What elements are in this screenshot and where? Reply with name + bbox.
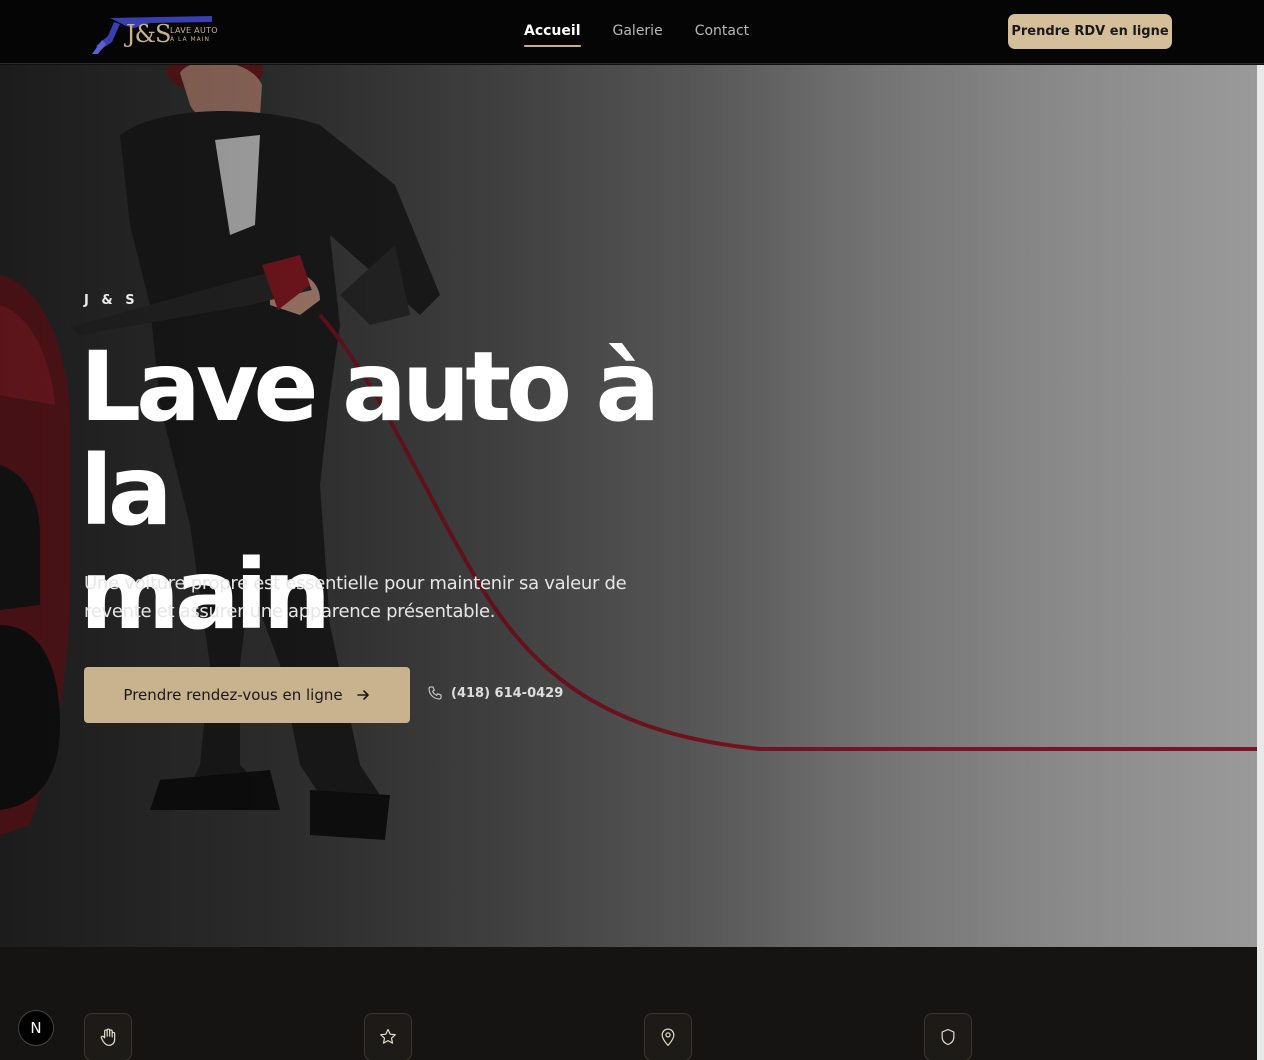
primary-nav: Accueil Galerie Contact	[524, 0, 749, 64]
logo-tagline-line2: À LA MAIN	[170, 36, 211, 43]
nav-link-accueil[interactable]: Accueil	[524, 23, 581, 47]
hand-icon	[84, 1013, 132, 1060]
hero-headline-line1: Lave auto à la	[80, 331, 660, 547]
nav-link-contact[interactable]: Contact	[695, 23, 749, 39]
hero-description-line1: Une voiture propre est essentielle pour …	[84, 573, 627, 594]
phone-icon	[428, 686, 442, 700]
brand-logo[interactable]: J&S LAVE AUTO À LA MAIN	[90, 10, 220, 56]
logo-tagline: LAVE AUTO À LA MAIN	[170, 27, 218, 44]
phone-number: (418) 614-0429	[451, 685, 564, 701]
book-online-button[interactable]: Prendre RDV en ligne	[1008, 14, 1172, 49]
hero-description-line2: revente et assurer une apparence présent…	[84, 601, 496, 622]
top-navbar: J&S LAVE AUTO À LA MAIN Accueil Galerie …	[0, 0, 1264, 64]
hero-description: Une voiture propre est essentielle pour …	[84, 570, 684, 626]
page-scrollbar[interactable]	[1257, 65, 1264, 1060]
book-appointment-button[interactable]: Prendre rendez-vous en ligne	[84, 667, 410, 723]
logo-wordmark: J&S	[126, 20, 171, 48]
map-pin-icon	[644, 1013, 692, 1060]
phone-link[interactable]: (418) 614-0429	[427, 685, 563, 701]
nav-link-galerie[interactable]: Galerie	[613, 23, 663, 39]
hero-section: J & S Lave auto à la main Une voiture pr…	[0, 65, 1257, 947]
features-section	[0, 947, 1257, 1060]
arrow-right-icon	[356, 690, 369, 700]
hero-eyebrow: J & S	[84, 293, 139, 308]
shield-icon	[924, 1013, 972, 1060]
dev-indicator-button[interactable]: N	[18, 1010, 54, 1046]
book-appointment-label: Prendre rendez-vous en ligne	[123, 686, 343, 704]
logo-tagline-line1: LAVE AUTO	[170, 26, 218, 35]
star-icon	[364, 1013, 412, 1060]
